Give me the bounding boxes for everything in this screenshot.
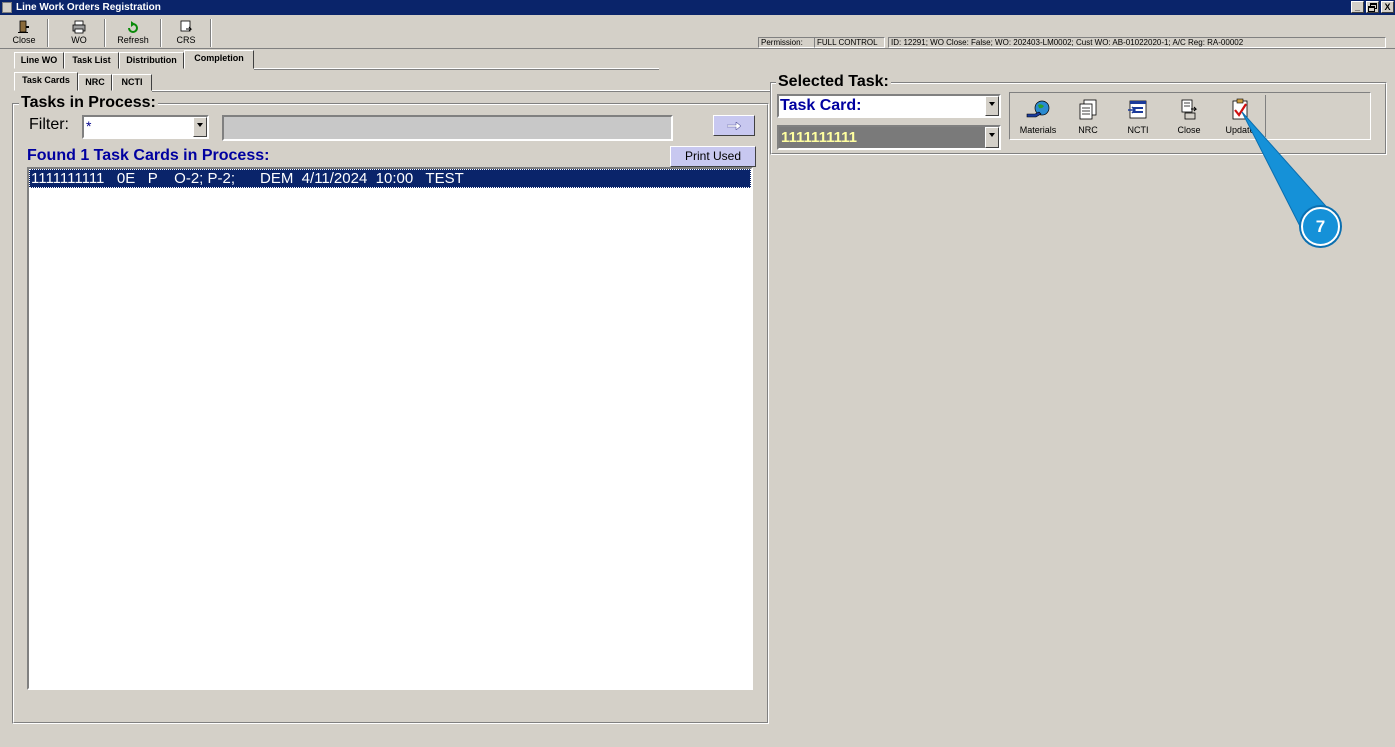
close-task-label: Close: [1177, 125, 1201, 135]
window-title: Line Work Orders Registration: [16, 2, 161, 13]
tab-strip-line: [254, 68, 659, 70]
toolbar-refresh-button[interactable]: Refresh: [112, 18, 154, 48]
print-used-button[interactable]: Print Used: [670, 146, 756, 167]
task-id-combobox[interactable]: 1111111111: [777, 125, 1001, 150]
tab-task-cards[interactable]: Task Cards: [14, 72, 78, 91]
ncti-button[interactable]: NCTI: [1114, 94, 1162, 138]
document-arrow-icon: [180, 20, 193, 32]
task-type-value: Task Card:: [780, 97, 862, 114]
close-task-button[interactable]: Close: [1165, 94, 1213, 138]
printer-icon: [72, 20, 86, 34]
main-tab-strip: Line WO Task List Distribution Completio…: [14, 50, 659, 70]
work-order-details: ID: 12291; WO Close: False; WO: 202403-L…: [888, 37, 1386, 48]
toolbar-separator: [210, 19, 212, 47]
refresh-icon: [128, 21, 138, 33]
filter-description-field: [222, 115, 673, 141]
tab-completion[interactable]: Completion: [184, 50, 254, 69]
toolbar-separator: [104, 19, 106, 47]
toolbar-wo-label: WO: [71, 35, 87, 45]
filter-value: *: [86, 118, 92, 134]
callout-number-badge: 7: [1301, 207, 1340, 246]
materials-button[interactable]: Materials: [1014, 94, 1062, 138]
toolbar-crs-label: CRS: [176, 35, 196, 45]
task-type-dropdown-button[interactable]: [985, 96, 999, 116]
toolbar-separator: [160, 19, 162, 47]
sub-tab-strip-line: [152, 90, 770, 92]
toolbar-crs-button[interactable]: CRS: [170, 18, 202, 48]
tab-line-wo[interactable]: Line WO: [14, 52, 64, 69]
app-icon: [2, 2, 12, 13]
tab-nrc[interactable]: NRC: [78, 74, 112, 91]
nrc-label: NRC: [1078, 125, 1098, 135]
list-item[interactable]: 1111111111 0E P O-2; P-2; DEM 4/11/2024 …: [29, 169, 751, 188]
document-close-icon: [1181, 99, 1198, 120]
tasks-in-process-title: Tasks in Process:: [19, 94, 158, 112]
selected-task-title: Selected Task:: [776, 73, 891, 91]
toolbar-separator: [47, 19, 49, 47]
task-type-combobox[interactable]: Task Card:: [777, 94, 1001, 118]
task-cards-list[interactable]: 1111111111 0E P O-2; P-2; DEM 4/11/2024 …: [27, 167, 753, 690]
permission-label-text: Permission:: [761, 38, 803, 47]
found-tasks-text: Found 1 Task Cards in Process:: [27, 147, 270, 164]
restore-button[interactable]: [1366, 1, 1379, 13]
filter-dropdown-button[interactable]: [193, 117, 207, 137]
toolbar-refresh-label: Refresh: [117, 35, 149, 45]
materials-label: Materials: [1019, 125, 1057, 135]
sub-tab-strip: Task Cards NRC NCTI: [14, 72, 770, 92]
globe-hand-icon: [1026, 100, 1050, 118]
filter-combobox[interactable]: *: [82, 115, 209, 139]
close-window-button[interactable]: X: [1381, 1, 1394, 13]
permission-value: FULL CONTROL: [814, 37, 885, 48]
documents-stack-icon: [1079, 99, 1097, 120]
restore-icon: [1368, 3, 1377, 12]
tab-task-list[interactable]: Task List: [64, 52, 119, 69]
apply-filter-button[interactable]: [713, 115, 755, 136]
toolbar-close-label: Close: [12, 35, 36, 45]
task-id-dropdown-button[interactable]: [985, 127, 999, 148]
minimize-button[interactable]: _: [1351, 1, 1364, 13]
tab-ncti[interactable]: NCTI: [112, 74, 152, 91]
tab-distribution[interactable]: Distribution: [119, 52, 184, 69]
toolbar-close-button[interactable]: Close: [4, 18, 44, 48]
task-id-value: 1111111111: [781, 129, 857, 146]
door-exit-icon: [18, 20, 29, 33]
form-window-icon: [1128, 100, 1147, 119]
toolbar-wo-button[interactable]: WO: [62, 18, 96, 48]
nrc-button[interactable]: NRC: [1064, 94, 1112, 138]
ncti-label: NCTI: [1127, 125, 1149, 135]
filter-label: Filter:: [29, 116, 69, 133]
title-bar: Line Work Orders Registration _ X: [0, 0, 1395, 15]
arrow-right-icon: [727, 122, 741, 130]
